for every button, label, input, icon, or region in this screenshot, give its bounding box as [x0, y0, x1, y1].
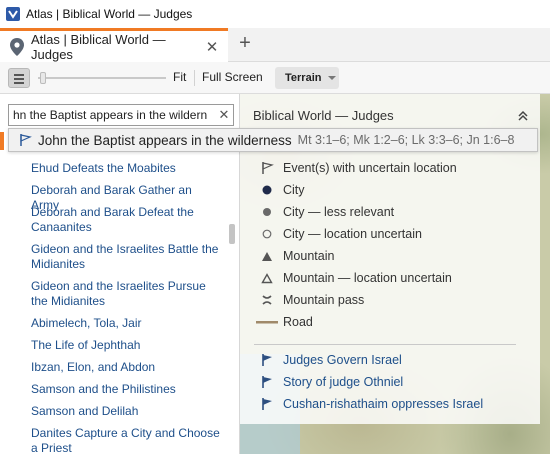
search-input-value[interactable]: hn the Baptist appears in the wildern: [13, 108, 215, 122]
zoom-slider-thumb[interactable]: [40, 72, 46, 84]
legend-item-city: City: [256, 181, 516, 199]
flag-icon: [256, 352, 278, 368]
map-event-label: Judges Govern Israel: [283, 353, 402, 367]
suggestion-title: John the Baptist appears in the wilderne…: [38, 132, 292, 148]
selection-marker: [0, 132, 4, 150]
event-list-item[interactable]: Ehud Defeats the Moabites: [31, 161, 221, 176]
event-list-item[interactable]: Ibzan, Elon, and Abdon: [31, 360, 221, 375]
legend-item-road: Road: [256, 313, 516, 331]
mountain-icon: [256, 248, 278, 264]
legend-item-uncertain-event: Event(s) with uncertain location: [256, 159, 516, 177]
flag-icon: [20, 134, 32, 146]
scrollbar-thumb[interactable]: [229, 224, 235, 244]
event-list-item[interactable]: Samson and Delilah: [31, 404, 221, 419]
event-list-item[interactable]: Gideon and the Israelites Battle the Mid…: [31, 242, 221, 272]
new-tab-button[interactable]: +: [234, 32, 256, 56]
map-event-label: Cushan-rishathaim oppresses Israel: [283, 397, 484, 411]
legend-label: Mountain: [283, 249, 335, 263]
full-screen-button[interactable]: Full Screen: [202, 70, 263, 84]
gray-dot-icon: [256, 204, 278, 220]
legend-label: City: [283, 183, 305, 197]
legend-item-mountain-uncertain: Mountain — location uncertain: [256, 269, 516, 287]
panel-menu-button[interactable]: [8, 68, 30, 88]
tab-strip: Atlas | Biblical World — Judges ✕ +: [0, 28, 550, 62]
legend-item-mountain-pass: Mountain pass: [256, 291, 516, 309]
hollow-dot-icon: [256, 226, 278, 242]
legend-item-city-uncertain: City — location uncertain: [256, 225, 516, 243]
toolbar: Fit Full Screen Terrain: [0, 62, 550, 94]
legend-label: City — location uncertain: [283, 227, 422, 241]
zoom-slider-track: [38, 77, 166, 79]
search-suggestion[interactable]: John the Baptist appears in the wilderne…: [8, 128, 538, 152]
legend-divider: [254, 344, 516, 345]
city-dot-icon: [256, 182, 278, 198]
event-list-item[interactable]: Abimelech, Tola, Jair: [31, 316, 221, 331]
flag-icon: [256, 396, 278, 412]
tab-label: Atlas | Biblical World — Judges: [31, 31, 166, 62]
event-list-item[interactable]: Gideon and the Israelites Pursue the Mid…: [31, 279, 221, 309]
terrain-dropdown[interactable]: Terrain: [275, 67, 339, 89]
event-list-item[interactable]: Deborah and Barak Defeat the Canaanites: [31, 205, 221, 235]
map-event-othniel[interactable]: Story of judge Othniel: [256, 373, 403, 391]
legend-label: Mountain — location uncertain: [283, 271, 452, 285]
legend-item-city-less-relevant: City — less relevant: [256, 203, 516, 221]
suggestion-references: Mt 3:1–6; Mk 1:2–6; Lk 3:3–6; Jn 1:6–8: [297, 133, 515, 147]
window-titlebar: Atlas | Biblical World — Judges: [0, 0, 550, 28]
event-list-item[interactable]: Danites Capture a City and Choose a Prie…: [31, 426, 221, 454]
flag-outline-icon: [256, 160, 278, 176]
clear-search-icon[interactable]: ✕: [215, 107, 233, 123]
chevron-down-icon: [328, 76, 337, 80]
fit-button[interactable]: Fit: [173, 70, 186, 84]
legend-label: Event(s) with uncertain location: [283, 161, 457, 175]
event-list-item[interactable]: Samson and the Philistines: [31, 382, 221, 397]
legend-label: City — less relevant: [283, 205, 395, 219]
legend-title: Biblical World — Judges: [253, 108, 394, 123]
search-input[interactable]: hn the Baptist appears in the wildern ✕: [8, 104, 234, 126]
zoom-slider[interactable]: [38, 70, 166, 86]
map-event-cushan-rishathaim[interactable]: Cushan-rishathaim oppresses Israel: [256, 395, 483, 413]
legend-label: Road: [283, 315, 313, 329]
map-event-label: Story of judge Othniel: [283, 375, 404, 389]
window-title: Atlas | Biblical World — Judges: [26, 7, 193, 21]
mountain-pass-icon: [256, 292, 278, 308]
flag-icon: [256, 374, 278, 390]
legend-item-mountain: Mountain: [256, 247, 516, 265]
hollow-mountain-icon: [256, 270, 278, 286]
map-event-judges-govern[interactable]: Judges Govern Israel: [256, 351, 402, 369]
tab-atlas[interactable]: Atlas | Biblical World — Judges ✕: [0, 28, 228, 62]
event-list-item[interactable]: The Life of Jephthah: [31, 338, 221, 353]
map-pin-icon: [10, 37, 24, 56]
toolbar-divider: [194, 70, 195, 86]
road-line-icon: [256, 314, 278, 330]
terrain-label: Terrain: [285, 72, 322, 84]
tab-close-icon[interactable]: ✕: [202, 38, 222, 56]
legend-label: Mountain pass: [283, 293, 365, 307]
collapse-up-icon[interactable]: [517, 110, 529, 122]
app-logo-icon: [6, 7, 20, 21]
